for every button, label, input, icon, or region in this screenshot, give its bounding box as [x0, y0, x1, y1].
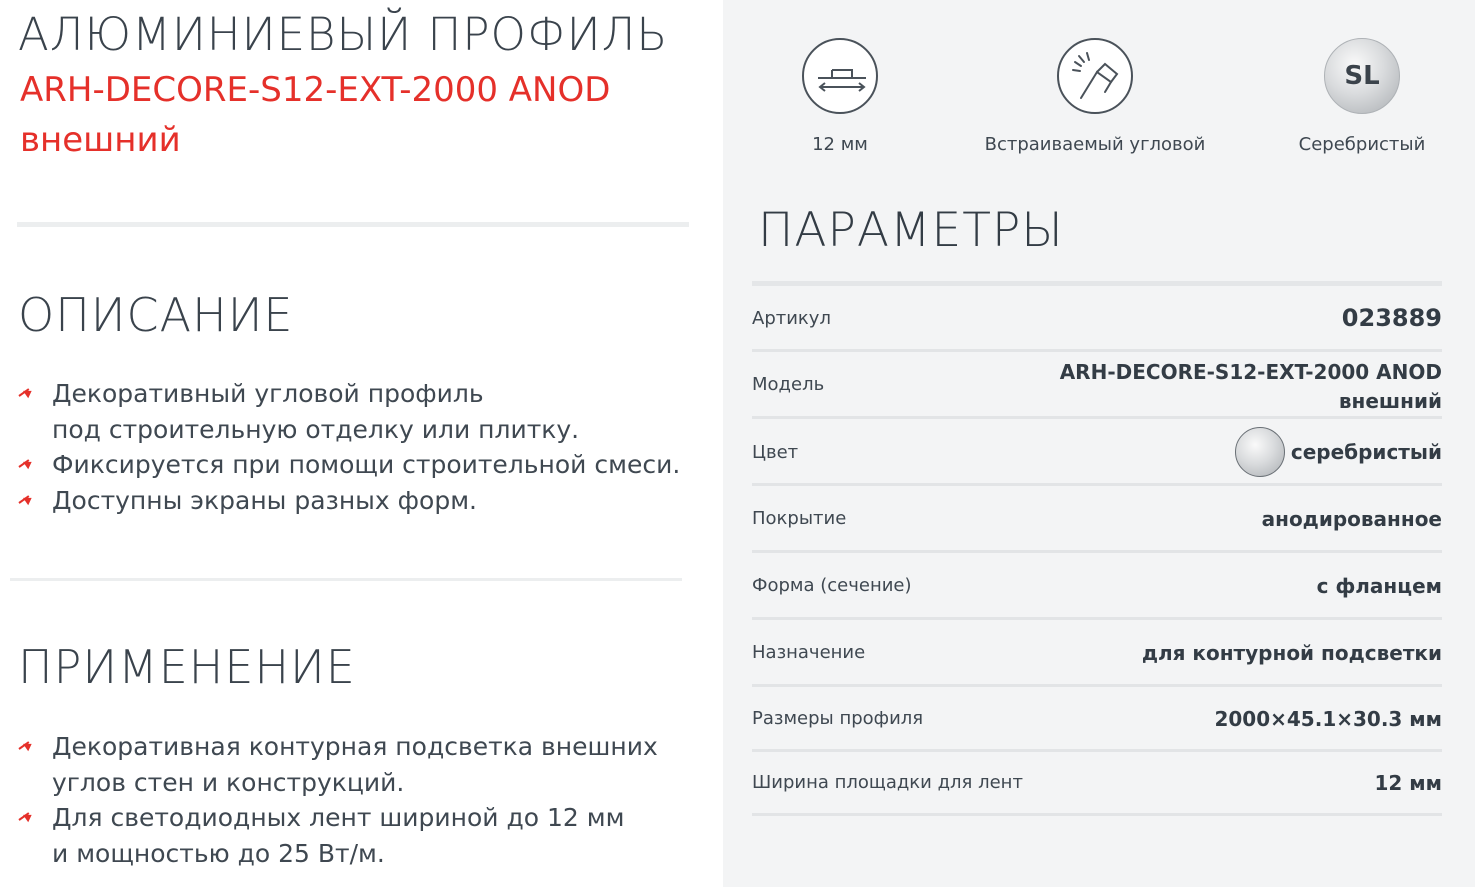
description-list: Декоративный угловой профиль под строител…: [18, 376, 698, 518]
param-key: Цвет: [752, 442, 799, 463]
application-list: Декоративная контурная подсветка внешних…: [18, 729, 698, 871]
feature-label: Встраиваемый угловой: [984, 134, 1206, 155]
table-row: Размеры профиля 2000×45.1×30.3 мм: [752, 687, 1442, 752]
list-item: Доступны экраны разных форм.: [18, 483, 698, 519]
param-value: 12 мм: [1374, 771, 1443, 795]
table-row: Ширина площадки для лент 12 мм: [752, 752, 1442, 816]
application-heading: ПРИМЕНЕНИЕ: [18, 640, 356, 694]
param-value: с фланцем: [1316, 574, 1442, 598]
param-key: Назначение: [752, 642, 866, 663]
feature-color: SL Серебристый: [1232, 38, 1475, 155]
param-key: Модель: [752, 374, 825, 395]
table-row: Артикул 023889: [752, 286, 1442, 352]
param-value: 023889: [1341, 304, 1442, 332]
param-value: серебристый: [1290, 440, 1442, 464]
param-value: для контурной подсветки: [1141, 641, 1442, 665]
arrow-bullet-icon: [18, 814, 32, 824]
color-swatch: [1235, 427, 1285, 477]
feature-width: 12 мм: [710, 38, 970, 155]
param-value: 2000×45.1×30.3 мм: [1214, 707, 1442, 731]
arrow-bullet-icon: [18, 390, 32, 400]
feature-label: 12 мм: [812, 134, 868, 155]
color-badge: SL: [1344, 61, 1380, 91]
arrow-bullet-icon: [18, 497, 32, 507]
feature-mount: Встраиваемый угловой: [965, 38, 1225, 155]
table-row: Модель ARH-DECORE-S12-EXT-2000 ANOD внешн…: [752, 352, 1442, 419]
product-model-title: ARH-DECORE-S12-EXT-2000 ANOD: [20, 70, 611, 110]
param-key: Размеры профиля: [752, 708, 924, 729]
corner-mount-icon: [1057, 38, 1133, 114]
product-category-title: АЛЮМИНИЕВЫЙ ПРОФИЛЬ: [18, 8, 669, 61]
list-item: Фиксируется при помощи строительной смес…: [18, 447, 698, 483]
width-profile-icon: [802, 38, 878, 114]
parameters-table: Артикул 023889 Модель ARH-DECORE-S12-EXT…: [752, 281, 1442, 816]
param-key: Покрытие: [752, 508, 847, 529]
parameters-panel: 12 мм Встраиваемый угловой SL Серебристы…: [723, 0, 1475, 887]
table-row: Назначение для контурной подсветки: [752, 620, 1442, 687]
param-value: ARH-DECORE-S12-EXT-2000 ANOD внешний: [1059, 360, 1442, 413]
arrow-bullet-icon: [18, 743, 32, 753]
list-item: Декоративный угловой профиль под строител…: [18, 376, 698, 447]
divider: [17, 222, 689, 227]
param-value: анодированное: [1261, 507, 1442, 531]
feature-label: Серебристый: [1298, 134, 1426, 155]
product-variant-title: внешний: [20, 120, 181, 160]
param-key: Артикул: [752, 308, 831, 329]
param-key: Ширина площадки для лент: [752, 772, 1023, 793]
product-info-column: АЛЮМИНИЕВЫЙ ПРОФИЛЬ ARH-DECORE-S12-EXT-2…: [0, 0, 723, 887]
list-item: Декоративная контурная подсветка внешних…: [18, 729, 698, 800]
parameters-heading: ПАРАМЕТРЫ: [758, 203, 1064, 258]
table-row: Покрытие анодированное: [752, 486, 1442, 553]
divider: [10, 578, 682, 581]
param-key: Форма (сечение): [752, 575, 912, 596]
silver-color-icon: SL: [1324, 38, 1400, 114]
table-row: Форма (сечение) с фланцем: [752, 553, 1442, 620]
table-row: Цвет серебристый: [752, 419, 1442, 486]
description-heading: ОПИСАНИЕ: [18, 288, 294, 342]
list-item: Для светодиодных лент шириной до 12 мм и …: [18, 800, 698, 871]
arrow-bullet-icon: [18, 461, 32, 471]
